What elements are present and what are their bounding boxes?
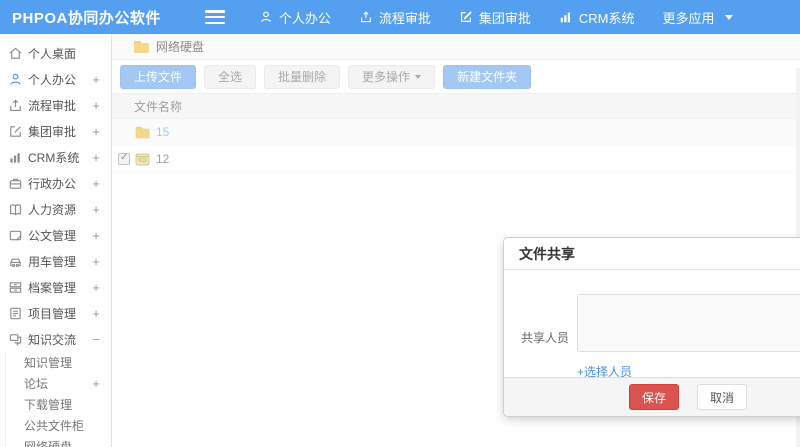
sidebar-subitem-forum[interactable]: 论坛 + <box>5 373 111 394</box>
breadcrumb-label: 网络硬盘 <box>156 40 205 54</box>
share-people-input[interactable] <box>577 294 800 352</box>
row-checkbox[interactable] <box>118 152 130 165</box>
app-brand: PHPOA协同办公软件 <box>12 9 161 27</box>
project-icon <box>8 306 23 321</box>
sidebar-item-admin-office[interactable]: 行政办公 + <box>0 170 111 196</box>
file-name: 12 <box>156 152 170 166</box>
sidebar-item-hr[interactable]: 人力资源 + <box>0 196 111 222</box>
cancel-button[interactable]: 取消 <box>697 384 748 410</box>
nav-item-group-approval[interactable]: 集团审批 <box>445 0 545 34</box>
collapse-icon[interactable]: − <box>91 332 101 347</box>
user-icon <box>8 72 23 87</box>
batch-delete-button[interactable]: 批量删除 <box>264 64 341 89</box>
process-icon <box>8 98 23 113</box>
nav-item-crm[interactable]: CRM系统 <box>545 0 649 34</box>
nav-menu: 个人办公 流程审批 集团审批 CRM系统 更多应用 <box>245 0 747 34</box>
edit-icon <box>8 124 23 139</box>
upload-file-button[interactable]: 上传文件 <box>120 64 197 89</box>
nav-item-more-apps[interactable]: 更多应用 <box>649 0 747 34</box>
nav-item-label: 更多应用 <box>662 10 715 26</box>
caret-down-icon <box>724 14 733 20</box>
nav-item-label: 个人办公 <box>278 10 331 26</box>
sidebar-subitem-public-cabinet[interactable]: 公共文件柜 <box>5 415 111 436</box>
sidebar: 个人桌面 个人办公 + 流程审批 + 集团审批 + CRM系统 + 行政办公 +… <box>0 34 112 447</box>
expand-icon[interactable]: + <box>91 72 101 87</box>
expand-icon[interactable]: + <box>91 228 101 243</box>
folder-icon <box>134 40 149 53</box>
share-people-label: 共享人员 <box>520 331 569 345</box>
expand-icon[interactable]: + <box>91 176 101 191</box>
sidebar-item-document-mgmt[interactable]: 公文管理 + <box>0 222 111 248</box>
hamburger-menu-icon[interactable] <box>204 10 225 24</box>
expand-icon[interactable]: + <box>91 376 101 391</box>
top-navbar: PHPOA协同办公软件 个人办公 流程审批 集团审批 CRM系统 更多应用 <box>0 0 800 34</box>
chart-icon <box>559 10 573 24</box>
archive-icon <box>8 280 23 295</box>
sidebar-item-group-approval[interactable]: 集团审批 + <box>0 118 111 144</box>
sidebar-subitem-download-mgmt[interactable]: 下载管理 <box>5 394 111 415</box>
nav-item-process-approval[interactable]: 流程审批 <box>345 0 445 34</box>
document-icon <box>8 228 23 243</box>
dialog-body: 共享人员 +选择人员 <box>504 270 800 381</box>
file-toolbar: 上传文件 全选 批量删除 更多操作 新建文件夹 <box>112 60 800 93</box>
sidebar-item-personal-office[interactable]: 个人办公 + <box>0 66 111 92</box>
expand-icon[interactable]: + <box>91 98 101 113</box>
briefcase-icon <box>8 176 23 191</box>
car-icon <box>8 254 23 269</box>
table-row[interactable]: 12 <box>112 146 800 173</box>
archive-file-icon <box>135 153 150 166</box>
expand-icon[interactable]: + <box>91 202 101 217</box>
process-icon <box>359 10 373 24</box>
sidebar-item-knowledge-exchange[interactable]: 知识交流 − <box>0 326 111 352</box>
chart-icon <box>8 150 23 165</box>
file-share-dialog: 文件共享 共享人员 +选择人员 保存 取消 <box>503 237 800 417</box>
expand-icon[interactable]: + <box>91 254 101 269</box>
folder-icon <box>135 126 150 139</box>
table-header: 文件名称 <box>112 93 800 119</box>
nav-item-personal-office[interactable]: 个人办公 <box>245 0 345 34</box>
expand-icon[interactable]: + <box>91 124 101 139</box>
new-folder-button[interactable]: 新建文件夹 <box>443 64 532 89</box>
chat-icon <box>8 332 23 347</box>
edit-icon <box>459 10 473 24</box>
nav-item-label: 流程审批 <box>378 10 431 26</box>
nav-item-label: 集团审批 <box>478 10 531 26</box>
breadcrumb: 网络硬盘 <box>112 34 800 60</box>
nav-item-label: CRM系统 <box>578 10 635 26</box>
sidebar-subitem-network-disk[interactable]: 网络硬盘 <box>5 436 111 447</box>
sidebar-item-vehicle-mgmt[interactable]: 用车管理 + <box>0 248 111 274</box>
sidebar-item-project-mgmt[interactable]: 项目管理 + <box>0 300 111 326</box>
caret-down-icon <box>415 74 422 79</box>
expand-icon[interactable]: + <box>91 150 101 165</box>
select-all-button[interactable]: 全选 <box>204 64 257 89</box>
more-operations-button[interactable]: 更多操作 <box>348 64 436 89</box>
expand-icon[interactable]: + <box>91 280 101 295</box>
sidebar-item-personal-desktop[interactable]: 个人桌面 <box>0 40 111 66</box>
book-icon <box>8 202 23 217</box>
save-button[interactable]: 保存 <box>628 384 679 410</box>
dialog-footer: 保存 取消 <box>504 377 800 416</box>
home-icon <box>8 46 23 61</box>
user-icon <box>259 10 273 24</box>
sidebar-item-process-approval[interactable]: 流程审批 + <box>0 92 111 118</box>
sidebar-item-crm[interactable]: CRM系统 + <box>0 144 111 170</box>
expand-icon[interactable]: + <box>91 306 101 321</box>
dialog-title: 文件共享 <box>504 238 800 270</box>
file-name-link[interactable]: 15 <box>156 125 169 139</box>
column-file-name: 文件名称 <box>134 99 183 114</box>
sidebar-item-archive-mgmt[interactable]: 档案管理 + <box>0 274 111 300</box>
sidebar-subitem-knowledge-mgmt[interactable]: 知识管理 <box>5 352 111 373</box>
table-row[interactable]: 15 <box>112 119 800 146</box>
